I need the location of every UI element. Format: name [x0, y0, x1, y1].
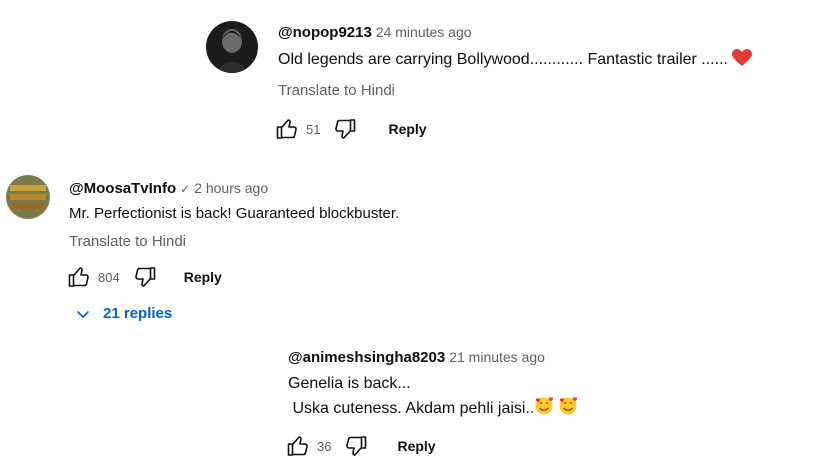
reply-button[interactable]: Reply — [397, 438, 435, 454]
comment-time[interactable]: 21 minutes ago — [449, 349, 545, 365]
comment-author[interactable]: @animeshsingha8203 — [288, 349, 445, 366]
like-count: 51 — [306, 121, 321, 137]
like-button[interactable] — [285, 433, 311, 459]
comment-time[interactable]: 2 hours ago — [194, 180, 268, 196]
chevron-down-icon — [77, 310, 89, 318]
like-button[interactable] — [66, 264, 92, 290]
reply-button[interactable]: Reply — [388, 121, 426, 137]
replies-count-label: 21 replies — [103, 305, 173, 322]
like-icon — [68, 267, 89, 287]
reply-button[interactable]: Reply — [184, 269, 222, 285]
avatar[interactable] — [6, 175, 50, 219]
like-count: 804 — [98, 269, 120, 285]
dislike-icon — [346, 436, 367, 456]
smiling-face-with-hearts-emoji — [534, 396, 554, 424]
view-replies-button[interactable]: 21 replies — [75, 305, 172, 322]
dislike-icon — [134, 267, 156, 287]
dislike-button[interactable] — [132, 264, 158, 290]
comment-text-line: Genelia is back... — [288, 375, 411, 392]
dislike-button[interactable] — [332, 116, 358, 142]
comment-thread-reply-2: @animeshsingha8203 21 minutes ago Genelia… — [0, 340, 830, 466]
dislike-button[interactable] — [343, 433, 369, 459]
comment-text-line-with-emoji: Uska cuteness. Akdam pehli jaisi.. — [288, 396, 578, 424]
comment-thread-reply-1: @nopop9213 24 minutes ago Old legends are… — [0, 0, 830, 150]
comment-text: Mr. Perfectionist is back! Guaranteed bl… — [69, 205, 400, 222]
like-count: 36 — [317, 438, 332, 454]
like-icon — [287, 436, 308, 456]
comment-time[interactable]: 24 minutes ago — [376, 24, 472, 40]
like-button[interactable] — [274, 116, 300, 142]
comment-author[interactable]: @nopop9213 — [278, 24, 372, 41]
comment-text-line: Old legends are carrying Bollywood......… — [278, 51, 728, 68]
avatar[interactable] — [206, 21, 258, 73]
comment-thread: @MoosaTvInfo ✓ 2 hours ago Mr. Perfectioni… — [0, 160, 830, 330]
verified-check-icon: ✓ — [180, 182, 191, 196]
comment-text-line: Uska cuteness. Akdam pehli jaisi.. — [288, 400, 535, 417]
avatar-image — [6, 175, 50, 219]
translate-button[interactable]: Translate to Hindi — [278, 82, 395, 99]
comment-text: Genelia is back... Uska cuteness. Akdam … — [288, 372, 578, 424]
smiling-face-with-hearts-emoji — [558, 396, 578, 424]
comment-text: Old legends are carrying Bollywood......… — [278, 48, 753, 75]
translate-button[interactable]: Translate to Hindi — [69, 233, 186, 250]
like-icon — [276, 119, 297, 139]
avatar-image — [206, 21, 258, 73]
dislike-icon — [335, 119, 356, 139]
heart-emoji — [732, 49, 753, 75]
comment-author[interactable]: @MoosaTvInfo — [69, 180, 176, 197]
